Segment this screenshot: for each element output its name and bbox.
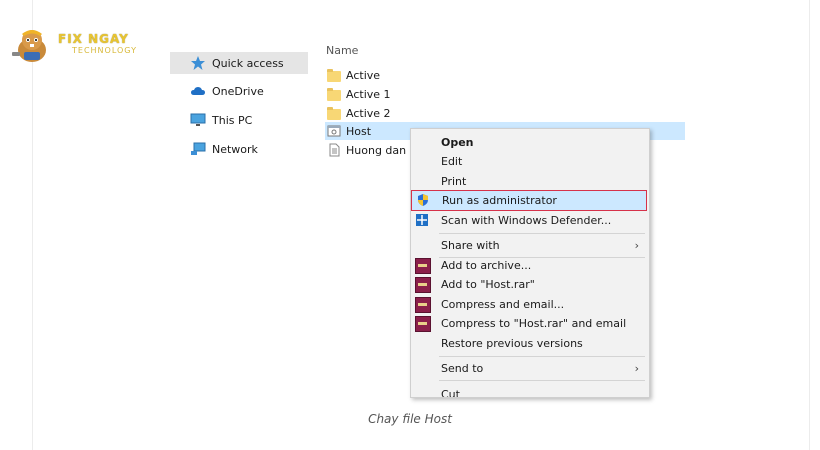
navigation-pane: Quick access OneDrive This PC Network bbox=[170, 36, 310, 396]
menu-item-compress-to-host-rar-email[interactable]: Compress to "Host.rar" and email bbox=[411, 314, 649, 333]
article-border-right bbox=[809, 0, 810, 450]
file-name: Active 2 bbox=[346, 106, 391, 120]
menu-item-compress-and-email[interactable]: Compress and email... bbox=[411, 295, 649, 314]
beaver-mascot-icon bbox=[12, 30, 46, 62]
file-row[interactable]: Active bbox=[325, 66, 685, 84]
folder-icon bbox=[327, 87, 341, 101]
menu-item-label: Run as administrator bbox=[442, 194, 557, 207]
file-name: Active 1 bbox=[346, 87, 391, 101]
menu-item-label: Print bbox=[441, 175, 467, 188]
menu-item-edit[interactable]: Edit bbox=[411, 152, 649, 171]
menu-item-label: Add to archive... bbox=[441, 259, 532, 272]
nav-label: Quick access bbox=[212, 56, 284, 70]
winrar-icon bbox=[415, 277, 431, 293]
menu-item-send-to[interactable]: Send to › bbox=[411, 359, 649, 378]
menu-item-run-as-administrator[interactable]: Run as administrator bbox=[411, 190, 647, 211]
menu-item-scan-defender[interactable]: Scan with Windows Defender... bbox=[411, 211, 649, 230]
winrar-icon bbox=[415, 258, 431, 274]
nav-label: This PC bbox=[212, 113, 253, 127]
nav-item-network[interactable]: Network bbox=[170, 138, 308, 160]
submenu-arrow-icon: › bbox=[634, 362, 639, 375]
shield-icon bbox=[418, 194, 428, 206]
menu-item-share-with[interactable]: Share with › bbox=[411, 236, 649, 255]
winrar-icon bbox=[415, 316, 431, 332]
defender-icon bbox=[416, 214, 428, 226]
winrar-icon bbox=[415, 297, 431, 313]
menu-item-label: Share with bbox=[441, 239, 500, 252]
application-icon bbox=[327, 125, 341, 137]
menu-item-label: Add to "Host.rar" bbox=[441, 278, 535, 291]
logo-text: FIX NGAY bbox=[58, 32, 129, 46]
menu-item-add-to-host-rar[interactable]: Add to "Host.rar" bbox=[411, 275, 649, 294]
menu-item-restore-previous-versions[interactable]: Restore previous versions bbox=[411, 334, 649, 353]
menu-item-label: Send to bbox=[441, 362, 484, 375]
submenu-arrow-icon: › bbox=[634, 239, 639, 252]
nav-label: OneDrive bbox=[212, 84, 264, 98]
column-header-name[interactable]: Name bbox=[326, 44, 358, 57]
menu-item-label: Open bbox=[441, 136, 474, 149]
menu-item-label: Cut bbox=[441, 388, 460, 398]
nav-item-this-pc[interactable]: This PC bbox=[170, 109, 308, 131]
network-icon bbox=[191, 142, 206, 155]
monitor-icon bbox=[190, 113, 206, 126]
file-name: Active bbox=[346, 68, 381, 82]
article-border-left bbox=[32, 0, 33, 450]
menu-item-label: Scan with Windows Defender... bbox=[441, 214, 612, 227]
context-menu: Open Edit Print Run as administrator Sca… bbox=[410, 128, 650, 398]
nav-label: Network bbox=[212, 142, 258, 156]
menu-separator bbox=[439, 356, 645, 357]
file-name: Host bbox=[346, 124, 372, 138]
nav-item-quick-access[interactable]: Quick access bbox=[170, 52, 308, 74]
logo-subtext: TECHNOLOGY bbox=[72, 46, 137, 55]
text-document-icon bbox=[329, 143, 340, 157]
cloud-icon bbox=[191, 87, 205, 95]
file-row[interactable]: Active 1 bbox=[325, 85, 685, 103]
folder-icon bbox=[327, 106, 341, 120]
site-logo[interactable]: FIX NGAY TECHNOLOGY bbox=[6, 24, 156, 66]
menu-item-cut[interactable]: Cut bbox=[411, 385, 649, 398]
star-icon bbox=[191, 56, 205, 70]
menu-separator bbox=[439, 380, 645, 381]
nav-item-onedrive[interactable]: OneDrive bbox=[170, 80, 308, 102]
menu-item-label: Compress and email... bbox=[441, 298, 565, 311]
file-row[interactable]: Active 2 bbox=[325, 104, 685, 122]
folder-icon bbox=[327, 68, 341, 82]
menu-item-open[interactable]: Open bbox=[411, 133, 649, 152]
file-name: Huong dan bbox=[346, 143, 407, 157]
menu-item-label: Compress to "Host.rar" and email bbox=[441, 317, 627, 330]
menu-item-label: Restore previous versions bbox=[441, 337, 583, 350]
menu-separator bbox=[439, 233, 645, 234]
image-caption: Chay file Host bbox=[368, 412, 452, 426]
menu-item-print[interactable]: Print bbox=[411, 172, 649, 191]
menu-item-label: Edit bbox=[441, 155, 463, 168]
menu-item-add-to-archive[interactable]: Add to archive... bbox=[411, 256, 649, 275]
